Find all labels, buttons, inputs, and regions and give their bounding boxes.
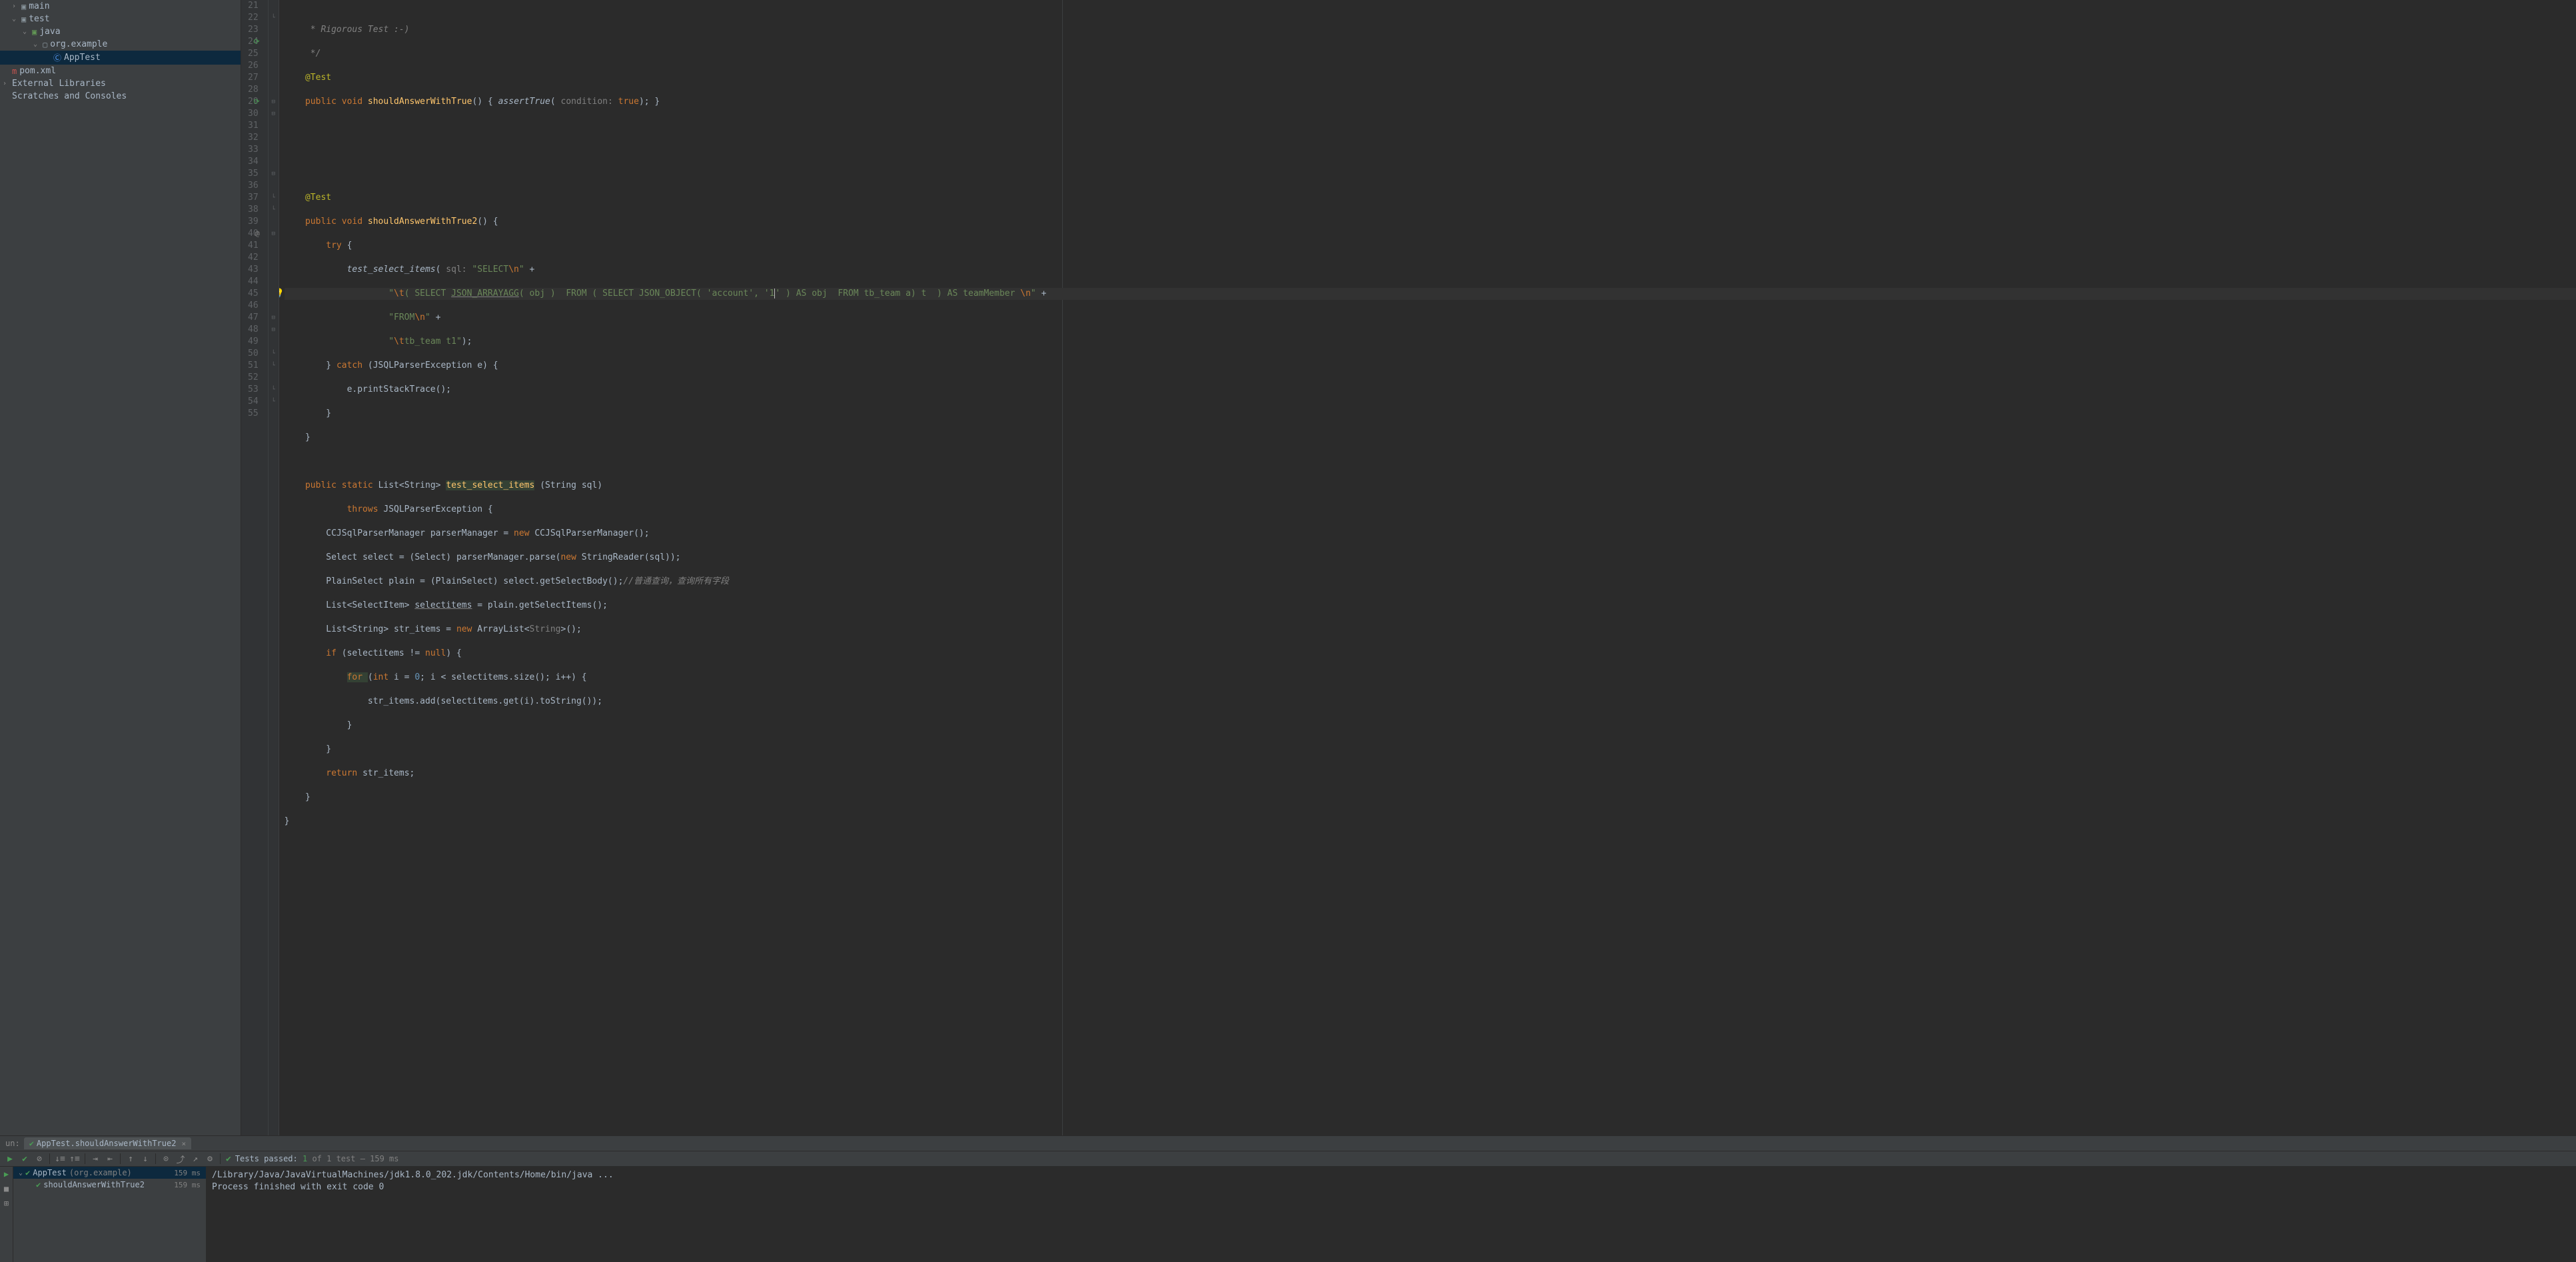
expand-button[interactable]: ⇥ [88,1151,103,1166]
sort-alpha-button[interactable]: ↑≡ [67,1151,82,1166]
folder-icon: ▣ [21,2,26,11]
tree-label: java [39,27,60,37]
test-method-row[interactable]: ✔ shouldAnswerWithTrue2 159 ms [13,1179,206,1191]
next-button[interactable]: ↓ [138,1151,153,1166]
tree-item-test[interactable]: ⌄ ▣ test [0,13,241,25]
rerun-button[interactable]: ▶ [3,1151,17,1166]
chevron-right-icon: › [12,3,20,10]
check-icon: ✔ [36,1180,41,1189]
run-gutter-icon[interactable]: ⟳ [253,36,259,48]
filter-button[interactable]: ⊘ [32,1151,47,1166]
chevron-down-icon: ⌄ [12,15,20,23]
tree-label: External Libraries [12,79,106,89]
export-button[interactable]: ⤴ [173,1151,188,1166]
test-status: Tests passed: 1 of 1 test – 159 ms [235,1154,399,1163]
tree-item-main[interactable]: › ▣ main [0,0,241,13]
rerun-side-button[interactable]: ▶ [4,1169,9,1179]
tree-item-java[interactable]: ⌄ ▣ java [0,25,241,38]
close-icon[interactable]: × [181,1139,186,1148]
test-class-pkg: (org.example) [69,1168,132,1177]
test-time: 159 ms [174,1169,201,1177]
right-margin-guide [1062,0,1063,1135]
stop-side-button[interactable]: ■ [4,1184,9,1193]
tree-item-pom[interactable]: m pom.xml [0,65,241,77]
line-number-gutter: 21 22 23 24⟳ 25 26 27 28 29⟳ 30 31 32 33… [241,0,269,1135]
tree-label: main [29,1,49,11]
code-editor[interactable]: 21 22 23 24⟳ 25 26 27 28 29⟳ 30 31 32 33… [241,0,2576,1135]
test-class-name: AppTest [33,1168,67,1177]
test-time: 159 ms [174,1181,201,1189]
console-output[interactable]: /Library/Java/JavaVirtualMachines/jdk1.8… [207,1167,2576,1262]
console-line: Process finished with exit code 0 [212,1181,2571,1193]
tree-label: Scratches and Consoles [12,91,127,101]
run-gutter-icon[interactable]: ⟳ [253,96,259,108]
run-toolbar: ▶ ✔ ⊘ ↓≡ ↑≡ ⇥ ⇤ ↑ ↓ ⊙ ⤴ ↗ ⚙ ✔ Tests pass… [0,1151,2576,1167]
chevron-down-icon: ⌄ [33,41,41,48]
run-label: un: [1,1139,24,1148]
run-config-tab[interactable]: ✔ AppTest.shouldAnswerWithTrue2 × [24,1137,191,1149]
tree-label: org.example [50,39,107,49]
chevron-down-icon: ⌄ [23,28,31,35]
folder-icon: ▣ [21,15,26,24]
project-tree[interactable]: › ▣ main ⌄ ▣ test ⌄ ▣ java ⌄ ▢ org.examp… [0,0,241,1135]
sort-button[interactable]: ↓≡ [53,1151,67,1166]
import-button[interactable]: ⊙ [159,1151,173,1166]
class-icon: Ⓒ [53,52,61,63]
prev-button[interactable]: ↑ [123,1151,138,1166]
run-side-toolbar: ▶ ■ ⊞ [0,1167,13,1262]
test-results-tree[interactable]: ⌄ ✔ AppTest (org.example) 159 ms ✔ shoul… [13,1167,207,1262]
tree-label: pom.xml [19,66,56,76]
run-panel: un: ✔ AppTest.shouldAnswerWithTrue2 × ▶ … [0,1135,2576,1262]
tree-item-apptest[interactable]: Ⓒ AppTest [0,51,241,65]
tree-item-scratches[interactable]: Scratches and Consoles [0,90,241,103]
check-icon: ✔ [226,1154,231,1164]
code-content[interactable]: * Rigorous Test :-) */ @Test public void… [279,0,2576,1135]
diff-gutter-icon[interactable]: @ [255,228,260,240]
run-tab-bar: un: ✔ AppTest.shouldAnswerWithTrue2 × [0,1136,2576,1151]
chevron-right-icon: › [3,80,11,87]
tree-item-package[interactable]: ⌄ ▢ org.example [0,38,241,51]
tree-label: AppTest [64,53,101,63]
tree-label: test [29,14,49,24]
console-line: /Library/Java/JavaVirtualMachines/jdk1.8… [212,1169,2571,1181]
source-folder-icon: ▣ [32,27,37,37]
intention-bulb-icon[interactable]: 💡 [279,288,285,300]
maven-icon: m [12,67,17,76]
collapse-button[interactable]: ⇤ [103,1151,117,1166]
check-icon: ✔ [25,1168,30,1177]
test-class-row[interactable]: ⌄ ✔ AppTest (org.example) 159 ms [13,1167,206,1179]
package-icon: ▢ [43,40,47,49]
open-button[interactable]: ↗ [188,1151,203,1166]
fold-column[interactable]: └ ⊟ ⊟ ⊟ └└ ⊟ ⊟ ⊟└ └└ └ [269,0,279,1135]
tree-item-external-libs[interactable]: › External Libraries [0,77,241,90]
toggle-pass-button[interactable]: ✔ [17,1151,32,1166]
settings-button[interactable]: ⚙ [203,1151,217,1166]
run-tab-label: AppTest.shouldAnswerWithTrue2 [37,1139,177,1148]
test-method-name: shouldAnswerWithTrue2 [43,1180,145,1189]
layout-side-button[interactable]: ⊞ [4,1199,9,1208]
test-pass-icon: ✔ [29,1139,34,1148]
chevron-down-icon: ⌄ [19,1169,23,1177]
